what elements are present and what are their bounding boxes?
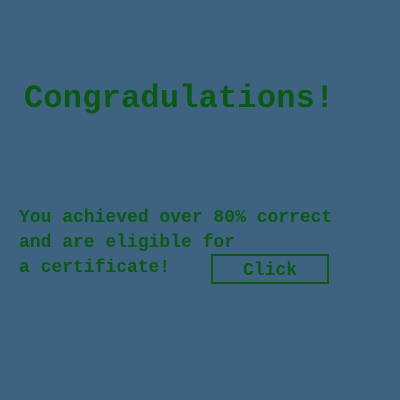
congratulations-heading: Congradulations! — [24, 80, 335, 117]
click-button[interactable]: Click — [211, 254, 329, 284]
message-line-2: and are eligible for — [19, 233, 236, 253]
message-line-1: You achieved over 80% correct — [19, 208, 333, 228]
